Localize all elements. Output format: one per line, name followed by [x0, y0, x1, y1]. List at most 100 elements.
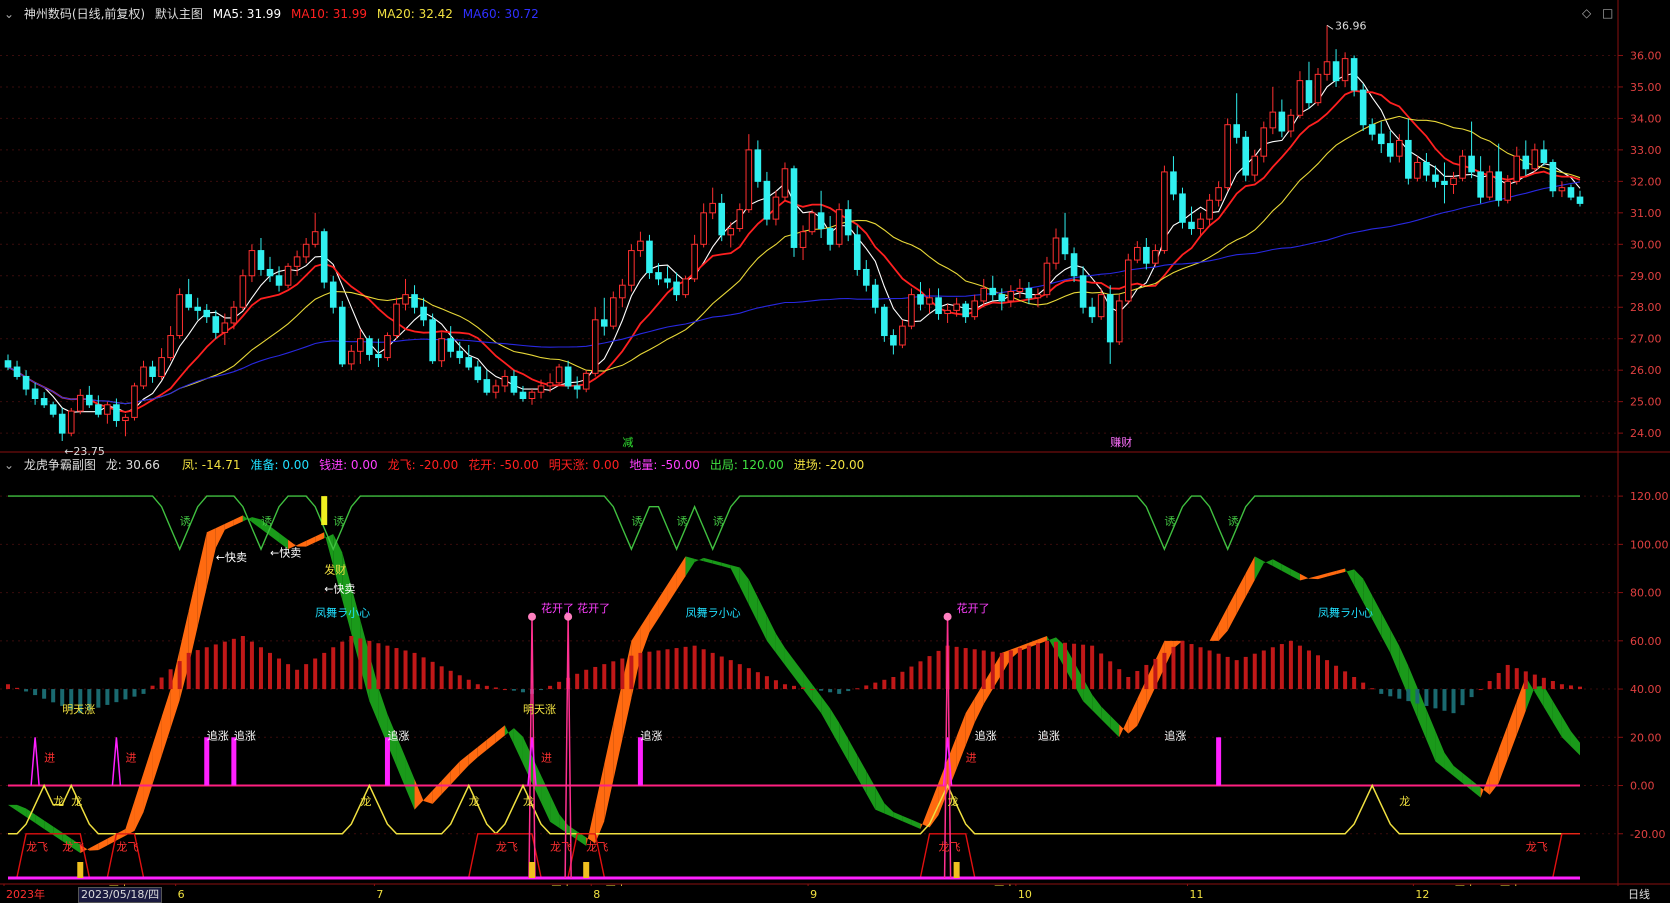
candle-body[interactable] — [140, 366, 147, 387]
candle-body[interactable] — [384, 335, 391, 359]
candle-body[interactable] — [1233, 124, 1240, 138]
candle-body[interactable] — [212, 316, 220, 333]
candle-body[interactable] — [1097, 294, 1105, 318]
candle-body[interactable] — [420, 306, 427, 321]
candle-body[interactable] — [1278, 111, 1286, 132]
candle-body[interactable] — [1423, 161, 1430, 176]
candle-body[interactable] — [1287, 114, 1295, 132]
candle-body[interactable] — [1179, 193, 1186, 223]
candle-body[interactable] — [754, 149, 762, 182]
candle-body[interactable] — [745, 149, 753, 211]
candle-body[interactable] — [890, 335, 897, 346]
candle-body[interactable] — [149, 366, 156, 377]
candle-body[interactable] — [275, 275, 283, 286]
candle-body[interactable] — [835, 209, 843, 245]
candle-body[interactable] — [1368, 124, 1376, 135]
candle-body[interactable] — [1197, 218, 1204, 230]
candle-body[interactable] — [510, 375, 518, 393]
candle-body[interactable] — [1034, 294, 1042, 299]
candle-body[interactable] — [1025, 287, 1033, 299]
candle-body[interactable] — [1377, 133, 1385, 145]
candle-body[interactable] — [1441, 180, 1448, 185]
candle-body[interactable] — [1332, 61, 1340, 82]
candle-body[interactable] — [49, 404, 57, 415]
candle-body[interactable] — [1070, 253, 1078, 277]
candle-body[interactable] — [628, 250, 635, 286]
candle-body[interactable] — [1495, 171, 1502, 201]
candle-body[interactable] — [1314, 73, 1322, 104]
candle-body[interactable] — [348, 350, 355, 365]
candle-body[interactable] — [691, 243, 698, 280]
candle-body[interactable] — [1224, 124, 1231, 189]
candle-body[interactable] — [781, 168, 789, 198]
candle-body[interactable] — [1341, 58, 1349, 82]
candle-body[interactable] — [492, 385, 500, 393]
candle-body[interactable] — [546, 382, 554, 387]
candle-body[interactable] — [266, 268, 274, 277]
chart-canvas[interactable]: 24.00 25.00 26.00 27.00 28.00 29.00 30.00 31.00… — [0, 0, 1670, 886]
candle-body[interactable] — [1242, 136, 1250, 176]
candle-body[interactable] — [998, 294, 1006, 302]
candle-body[interactable] — [1269, 111, 1277, 129]
candle-body[interactable] — [375, 353, 382, 359]
candle-body[interactable] — [40, 398, 48, 406]
candle-body[interactable] — [86, 394, 93, 406]
candle-body[interactable] — [1143, 246, 1150, 264]
candle-body[interactable] — [1124, 259, 1132, 302]
candle-body[interactable] — [1504, 180, 1512, 201]
candle-body[interactable] — [637, 240, 644, 252]
candle-body[interactable] — [808, 212, 816, 233]
candle-body[interactable] — [221, 322, 229, 333]
candle-body[interactable] — [908, 294, 915, 327]
candle-body[interactable] — [122, 416, 129, 422]
candle-body[interactable] — [799, 231, 807, 248]
candle-body[interactable] — [176, 294, 183, 337]
candle-body[interactable] — [709, 202, 716, 214]
candle-body[interactable] — [926, 297, 933, 305]
candle-body[interactable] — [980, 287, 988, 302]
candle-body[interactable] — [844, 209, 852, 236]
candle-body[interactable] — [763, 180, 771, 220]
candle-body[interactable] — [564, 366, 572, 387]
candle-body[interactable] — [194, 306, 202, 311]
candle-body[interactable] — [248, 250, 256, 277]
candle-body[interactable] — [1396, 139, 1403, 157]
candle-body[interactable] — [1414, 161, 1421, 179]
candle-body[interactable] — [881, 306, 888, 337]
candle-body[interactable] — [1468, 155, 1475, 173]
candle-body[interactable] — [58, 413, 66, 434]
candle-body[interactable] — [727, 228, 735, 236]
candle-body[interactable] — [465, 357, 473, 368]
candle-body[interactable] — [438, 338, 445, 362]
candle-body[interactable] — [853, 234, 861, 270]
candle-body[interactable] — [600, 319, 608, 327]
candle-body[interactable] — [311, 231, 319, 245]
candle-body[interactable] — [1061, 237, 1069, 255]
candle-body[interactable] — [104, 404, 111, 415]
candle-body[interactable] — [736, 209, 744, 230]
candle-body[interactable] — [944, 309, 951, 315]
candle-body[interactable] — [1206, 199, 1213, 220]
candle-body[interactable] — [1052, 237, 1060, 264]
candle-body[interactable] — [1215, 187, 1222, 201]
candle-body[interactable] — [917, 294, 924, 305]
candle-body[interactable] — [4, 360, 12, 368]
candle-body[interactable] — [456, 350, 464, 359]
candle-body[interactable] — [619, 284, 626, 299]
candle-body[interactable] — [1088, 306, 1096, 318]
candle-body[interactable] — [1016, 287, 1024, 292]
candle-body[interactable] — [817, 212, 825, 230]
candle-body[interactable] — [402, 294, 409, 305]
candle-body[interactable] — [646, 240, 653, 274]
candle-body[interactable] — [519, 391, 527, 399]
candle-body[interactable] — [257, 250, 265, 270]
candle-body[interactable] — [1549, 161, 1557, 192]
candle-body[interactable] — [22, 375, 30, 390]
candle-body[interactable] — [1305, 80, 1313, 104]
candle-body[interactable] — [772, 196, 780, 220]
candle-body[interactable] — [1170, 171, 1177, 195]
candle-body[interactable] — [393, 303, 400, 337]
candle-body[interactable] — [610, 297, 617, 327]
candle-body[interactable] — [447, 338, 454, 352]
candle-body[interactable] — [1134, 246, 1141, 261]
